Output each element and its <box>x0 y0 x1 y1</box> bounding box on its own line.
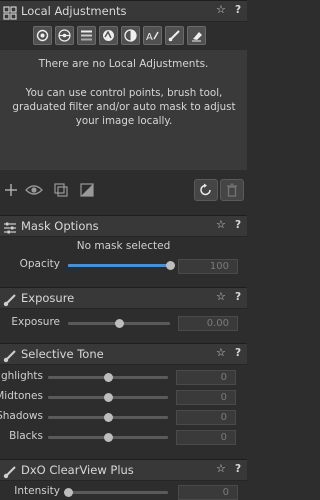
intensity-slider-handle[interactable] <box>64 488 73 497</box>
help-icon[interactable]: ? <box>235 219 241 231</box>
eraser-icon[interactable] <box>187 26 206 45</box>
exposure-slider-handle[interactable] <box>115 319 124 328</box>
sliders-icon <box>3 220 17 234</box>
mask-status: No mask selected <box>76 240 171 252</box>
clearview-header[interactable]: DxO ClearView Plus ☆ ? <box>0 459 247 481</box>
repair-icon[interactable]: A <box>143 26 162 45</box>
favorite-star-icon[interactable]: ☆ <box>216 346 226 359</box>
midtones-slider-handle[interactable] <box>104 393 113 402</box>
midtones-value-field[interactable]: 0 <box>176 390 236 405</box>
empty-state-description: You can use control points, brush tool, … <box>12 87 236 127</box>
panel-title: Local Adjustments <box>21 4 127 18</box>
panel-title: Mask Options <box>21 219 99 233</box>
intensity-slider[interactable] <box>64 488 168 497</box>
opacity-slider-fill <box>68 264 170 267</box>
shadows-slider-handle[interactable] <box>104 413 113 422</box>
midtones-slider[interactable] <box>48 393 168 402</box>
invert-icon[interactable] <box>78 181 96 199</box>
shadows-value-field[interactable]: 0 <box>176 410 236 425</box>
help-icon[interactable]: ? <box>235 347 241 359</box>
favorite-star-icon[interactable]: ☆ <box>216 218 226 231</box>
exposure-slider[interactable] <box>68 319 170 328</box>
local-adjustments-header[interactable]: Local Adjustments ☆ ? <box>0 0 247 22</box>
highlights-value-field[interactable]: 0 <box>176 370 236 385</box>
opacity-slider-handle[interactable] <box>166 261 175 270</box>
control-line-icon[interactable] <box>55 26 74 45</box>
highlights-slider-handle[interactable] <box>104 373 113 382</box>
empty-state-title: There are no Local Adjustments. <box>38 58 209 70</box>
mask-options-header[interactable]: Mask Options ☆ ? <box>0 215 247 237</box>
graduated-filter-icon[interactable] <box>77 26 96 45</box>
highlights-label: Highlights <box>0 370 43 382</box>
auto-mask-icon[interactable] <box>99 26 118 45</box>
brush-local-icon <box>3 348 17 363</box>
help-icon[interactable]: ? <box>235 4 241 16</box>
brush-local-icon <box>3 292 17 307</box>
favorite-star-icon[interactable]: ☆ <box>216 462 226 475</box>
exposure-label: Exposure <box>11 316 60 328</box>
delete-button[interactable] <box>220 179 244 201</box>
duplicate-icon[interactable] <box>52 181 70 199</box>
favorite-star-icon[interactable]: ☆ <box>216 3 226 16</box>
intensity-value-field[interactable]: 0 <box>178 485 238 500</box>
help-icon[interactable]: ? <box>235 291 241 303</box>
blacks-slider[interactable] <box>48 433 168 442</box>
panel-title: Exposure <box>21 291 75 305</box>
favorite-star-icon[interactable]: ☆ <box>216 290 226 303</box>
panel-title: Selective Tone <box>21 347 104 361</box>
control-point-icon[interactable] <box>33 26 52 45</box>
opacity-slider[interactable] <box>68 261 175 270</box>
svg-text:A: A <box>146 32 153 42</box>
shadows-slider[interactable] <box>48 413 168 422</box>
blacks-label: Blacks <box>9 430 43 442</box>
brush-local-icon <box>3 464 17 479</box>
opacity-value-field[interactable]: 100 <box>178 259 238 274</box>
exposure-header[interactable]: Exposure ☆ ? <box>0 287 247 309</box>
exposure-value-field[interactable]: 0.00 <box>178 316 238 331</box>
show-mask-icon[interactable] <box>25 181 43 199</box>
panel-title: DxO ClearView Plus <box>21 463 134 477</box>
panel-grid-icon <box>3 5 17 20</box>
intensity-label: Intensity <box>14 485 60 497</box>
local-adjustments-actions <box>0 175 247 205</box>
opacity-label: Opacity <box>19 258 60 270</box>
midtones-label: Midtones <box>0 390 43 402</box>
blacks-slider-handle[interactable] <box>104 433 113 442</box>
highlights-slider[interactable] <box>48 373 168 382</box>
selective-tone-header[interactable]: Selective Tone ☆ ? <box>0 343 247 365</box>
shadows-label: Shadows <box>0 410 43 422</box>
reset-button[interactable] <box>194 179 218 201</box>
blacks-value-field[interactable]: 0 <box>176 430 236 445</box>
add-icon[interactable] <box>2 181 20 199</box>
help-icon[interactable]: ? <box>235 463 241 475</box>
eraser-mask-icon[interactable] <box>121 26 140 45</box>
brush-icon[interactable] <box>165 26 184 45</box>
